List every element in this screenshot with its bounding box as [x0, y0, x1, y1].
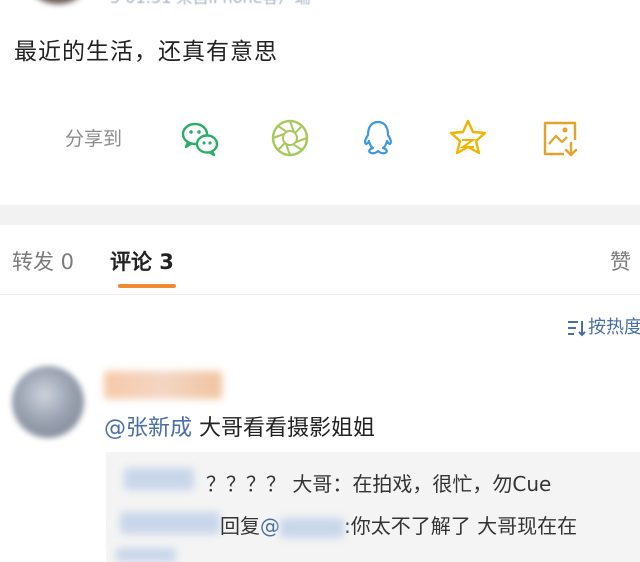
commenter-name[interactable]	[104, 371, 222, 399]
save-image-icon[interactable]	[538, 116, 582, 160]
wechat-icon[interactable]	[178, 116, 222, 160]
tab-reposts[interactable]: 转发 0	[12, 246, 74, 276]
sort-icon	[568, 321, 586, 337]
post-text: 最近的生活，还真有意思	[14, 39, 278, 65]
post-meta-row: 5 01:31 来自iPhone客户端	[0, 0, 640, 12]
reply-author-name[interactable]	[124, 468, 194, 490]
section-divider	[0, 205, 640, 225]
reply-line-2: 回复@ :你太不了解了 大哥现在在	[220, 510, 577, 539]
reply-text: ？？？？ 大哥：在拍戏，很忙，勿Cue	[206, 472, 552, 496]
reply-author-name[interactable]	[120, 512, 220, 534]
tab-divider	[0, 294, 640, 295]
tab-likes[interactable]: 赞	[610, 246, 631, 276]
comment-body: 大哥看看摄影姐姐	[192, 416, 376, 441]
active-tab-indicator	[118, 284, 176, 288]
reply-text: :你太不了解了 大哥现在在	[344, 514, 578, 538]
reply-overflow-text	[116, 548, 176, 562]
sort-by-hot-button[interactable]: 按热度	[566, 313, 640, 339]
reply-mention[interactable]: @	[260, 514, 280, 538]
qzone-icon[interactable]	[446, 116, 490, 160]
sort-label: 按热度	[588, 317, 640, 338]
commenter-avatar[interactable]	[12, 366, 84, 438]
tab-comments[interactable]: 评论 3	[110, 246, 174, 276]
author-avatar[interactable]	[30, 0, 86, 4]
reply-mention-name[interactable]	[280, 517, 344, 538]
mention-link[interactable]: @张新成	[104, 416, 192, 441]
post-meta: 5 01:31 来自iPhone客户端	[110, 0, 310, 8]
reply-label: 回复	[220, 514, 260, 538]
share-label: 分享到	[65, 128, 123, 150]
qq-icon[interactable]	[356, 116, 400, 160]
comment-text: @张新成 大哥看看摄影姐姐	[104, 410, 375, 442]
replies-box[interactable]: ？？？？ 大哥：在拍戏，很忙，勿Cue 回复@ :你太不了解了 大哥现在在	[106, 452, 640, 562]
moments-icon[interactable]	[268, 116, 312, 160]
